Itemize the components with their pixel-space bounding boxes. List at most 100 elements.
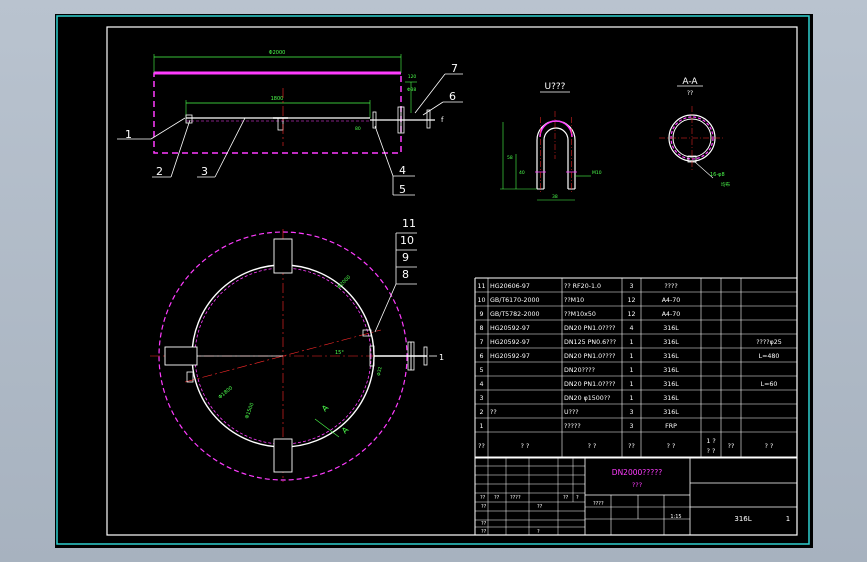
dim-flange-label: 120 bbox=[408, 74, 417, 80]
bom-header-weight: ? ? bbox=[707, 448, 716, 455]
sheet-frame bbox=[56, 15, 810, 545]
bom-row-material: ???? bbox=[664, 283, 677, 290]
bom-row-qty: 3 bbox=[629, 409, 633, 416]
title-cell-b2: ?? bbox=[537, 504, 543, 510]
bom-row-name: DN20 PN1.0???? bbox=[564, 381, 615, 388]
title-cell-a5: ? bbox=[576, 495, 579, 501]
support-top bbox=[273, 238, 293, 274]
cad-drawing: Φ2000 1800 120 Φ38 80 1 2 3 4 5 6 7 f U?… bbox=[56, 15, 810, 545]
bom-row-no: 8 bbox=[479, 325, 483, 332]
bom-row-name: DN20 φ1500?? bbox=[564, 395, 610, 402]
bom-row-qty: 1 bbox=[629, 339, 633, 346]
title-scale: 1:15 bbox=[670, 514, 681, 520]
title-cell-a2: ?? bbox=[494, 495, 500, 501]
callout-10: 10 bbox=[400, 234, 414, 247]
elevation-view: Φ2000 1800 120 Φ38 80 bbox=[153, 50, 435, 154]
bom-row-remark: ????φ25 bbox=[756, 339, 782, 346]
bom-row-qty: 1 bbox=[629, 367, 633, 374]
tank-outline bbox=[153, 72, 402, 154]
bom-row-no: 2 bbox=[479, 409, 483, 416]
ubolt-title: U??? bbox=[545, 82, 566, 92]
bom-table: 11 HG20606-97?? RF20-1.0 3 ????10 GB/T6170-2… bbox=[474, 277, 798, 459]
title-cell-c1: ?? bbox=[481, 521, 487, 527]
support-bottom bbox=[273, 438, 293, 473]
callout-9: 9 bbox=[402, 251, 409, 264]
bom-header-mat: ? ? bbox=[667, 443, 676, 450]
bom-header-name: ? ? bbox=[588, 443, 597, 450]
callout-1-elev: 1 bbox=[125, 128, 132, 141]
bom-row-name: ?? RF20-1.0 bbox=[564, 283, 601, 290]
bom-row-no: 9 bbox=[479, 311, 483, 318]
bom-row-material: FRP bbox=[665, 423, 677, 430]
plan-callouts: 11 10 9 8 1 bbox=[374, 217, 444, 362]
bom-header-code: ? ? bbox=[521, 443, 530, 450]
bom-header-total: ?? bbox=[728, 443, 735, 450]
dim-stub-label: 80 bbox=[355, 126, 361, 132]
bom-row-qty: 4 bbox=[629, 325, 633, 332]
callout-8: 8 bbox=[402, 268, 409, 281]
title-block: DN2000????? ??? 316L 1 1:15 ?? ?? ???? ?… bbox=[474, 456, 798, 536]
bom-row-name: DN20???? bbox=[564, 367, 595, 374]
drawing-subtitle: ??? bbox=[632, 481, 642, 489]
bom-row-qty: 1 bbox=[629, 353, 633, 360]
bom-row-no: 6 bbox=[479, 353, 483, 360]
bom-row-material: 316L bbox=[663, 409, 679, 416]
bom-row-qty: 12 bbox=[627, 311, 635, 318]
section-marker-a1: A bbox=[320, 403, 331, 414]
callout-3: 3 bbox=[201, 165, 208, 178]
callout-1-plan: 1 bbox=[439, 353, 444, 362]
cad-viewport[interactable]: Φ2000 1800 120 Φ38 80 1 2 3 4 5 6 7 f U?… bbox=[55, 14, 813, 548]
section-aa: A-A ?? 16-φ8 均布 bbox=[659, 77, 730, 188]
title-cell-d1: ???? bbox=[593, 501, 604, 507]
bom-row-no: 10 bbox=[477, 297, 485, 304]
support-left bbox=[164, 346, 198, 366]
bom-row-material: 316L bbox=[663, 367, 679, 374]
bom-row-name: ????? bbox=[564, 423, 581, 430]
bom-row-no: 11 bbox=[477, 283, 485, 290]
ubolt-dim-leg: 40 bbox=[519, 170, 525, 176]
bom-row-qty: 3 bbox=[629, 423, 633, 430]
callout-2: 2 bbox=[156, 165, 163, 178]
bom-row-code: HG20606-97 bbox=[490, 283, 530, 290]
bom-row-no: 7 bbox=[479, 339, 483, 346]
bom-row-name: ??M10 bbox=[564, 297, 584, 304]
drawing-title: DN2000????? bbox=[612, 468, 662, 477]
dim-overall-label: Φ2000 bbox=[269, 50, 286, 56]
bom-row-material: A4-70 bbox=[662, 297, 681, 304]
bom-row-qty: 1 bbox=[629, 395, 633, 402]
bom-row-name: DN125 PN0.6??? bbox=[564, 339, 616, 346]
bom-row-code: GB/T5782-2000 bbox=[490, 311, 540, 318]
plan-dim-r2: Φ1800 bbox=[217, 385, 234, 400]
plan-angle: 15° bbox=[335, 350, 344, 356]
bom-row-material: 316L bbox=[663, 325, 679, 332]
bom-row-code: HG20592-97 bbox=[490, 325, 530, 332]
bom-row-remark: L=480 bbox=[759, 353, 780, 360]
bom-row-code: ?? bbox=[490, 409, 497, 416]
bom-row-no: 1 bbox=[479, 423, 483, 430]
bom-row-material: 316L bbox=[663, 353, 679, 360]
bom-row-material: A4-70 bbox=[662, 311, 681, 318]
callout-7: 7 bbox=[451, 62, 458, 75]
plan-dim-r3: Φ1500 bbox=[244, 402, 255, 420]
bom-row-remark: L=60 bbox=[761, 381, 778, 388]
title-cell-a4: ?? bbox=[563, 495, 569, 501]
plan-view: Φ2000 Φ1800 Φ1500 Φ32 15° A A bbox=[150, 229, 428, 482]
bom-row-code: GB/T6170-2000 bbox=[490, 297, 540, 304]
bom-row-qty: 3 bbox=[629, 283, 633, 290]
bom-row-name: DN20 PN1.0???? bbox=[564, 353, 615, 360]
bom-row-qty: 1 bbox=[629, 381, 633, 388]
bom-row-material: 316L bbox=[663, 381, 679, 388]
callout-11: 11 bbox=[402, 217, 416, 230]
bom-row-material: 316L bbox=[663, 395, 679, 402]
ubolt-detail: U??? 58 40 38 M10 bbox=[500, 82, 602, 201]
callout-4: 4 bbox=[399, 164, 406, 177]
callout-6: 6 bbox=[449, 90, 456, 103]
plan-dim-pipe: Φ32 bbox=[376, 366, 384, 376]
section-subtitle: ?? bbox=[687, 90, 693, 97]
title-cell-b1: ?? bbox=[481, 504, 487, 510]
callout-5: 5 bbox=[399, 183, 406, 196]
bom-row-name: ??M10x50 bbox=[564, 311, 596, 318]
bom-header-remark: ? ? bbox=[765, 443, 774, 450]
bom-header-unit: 1 ? bbox=[706, 438, 715, 445]
title-cell-a1: ?? bbox=[480, 495, 486, 501]
